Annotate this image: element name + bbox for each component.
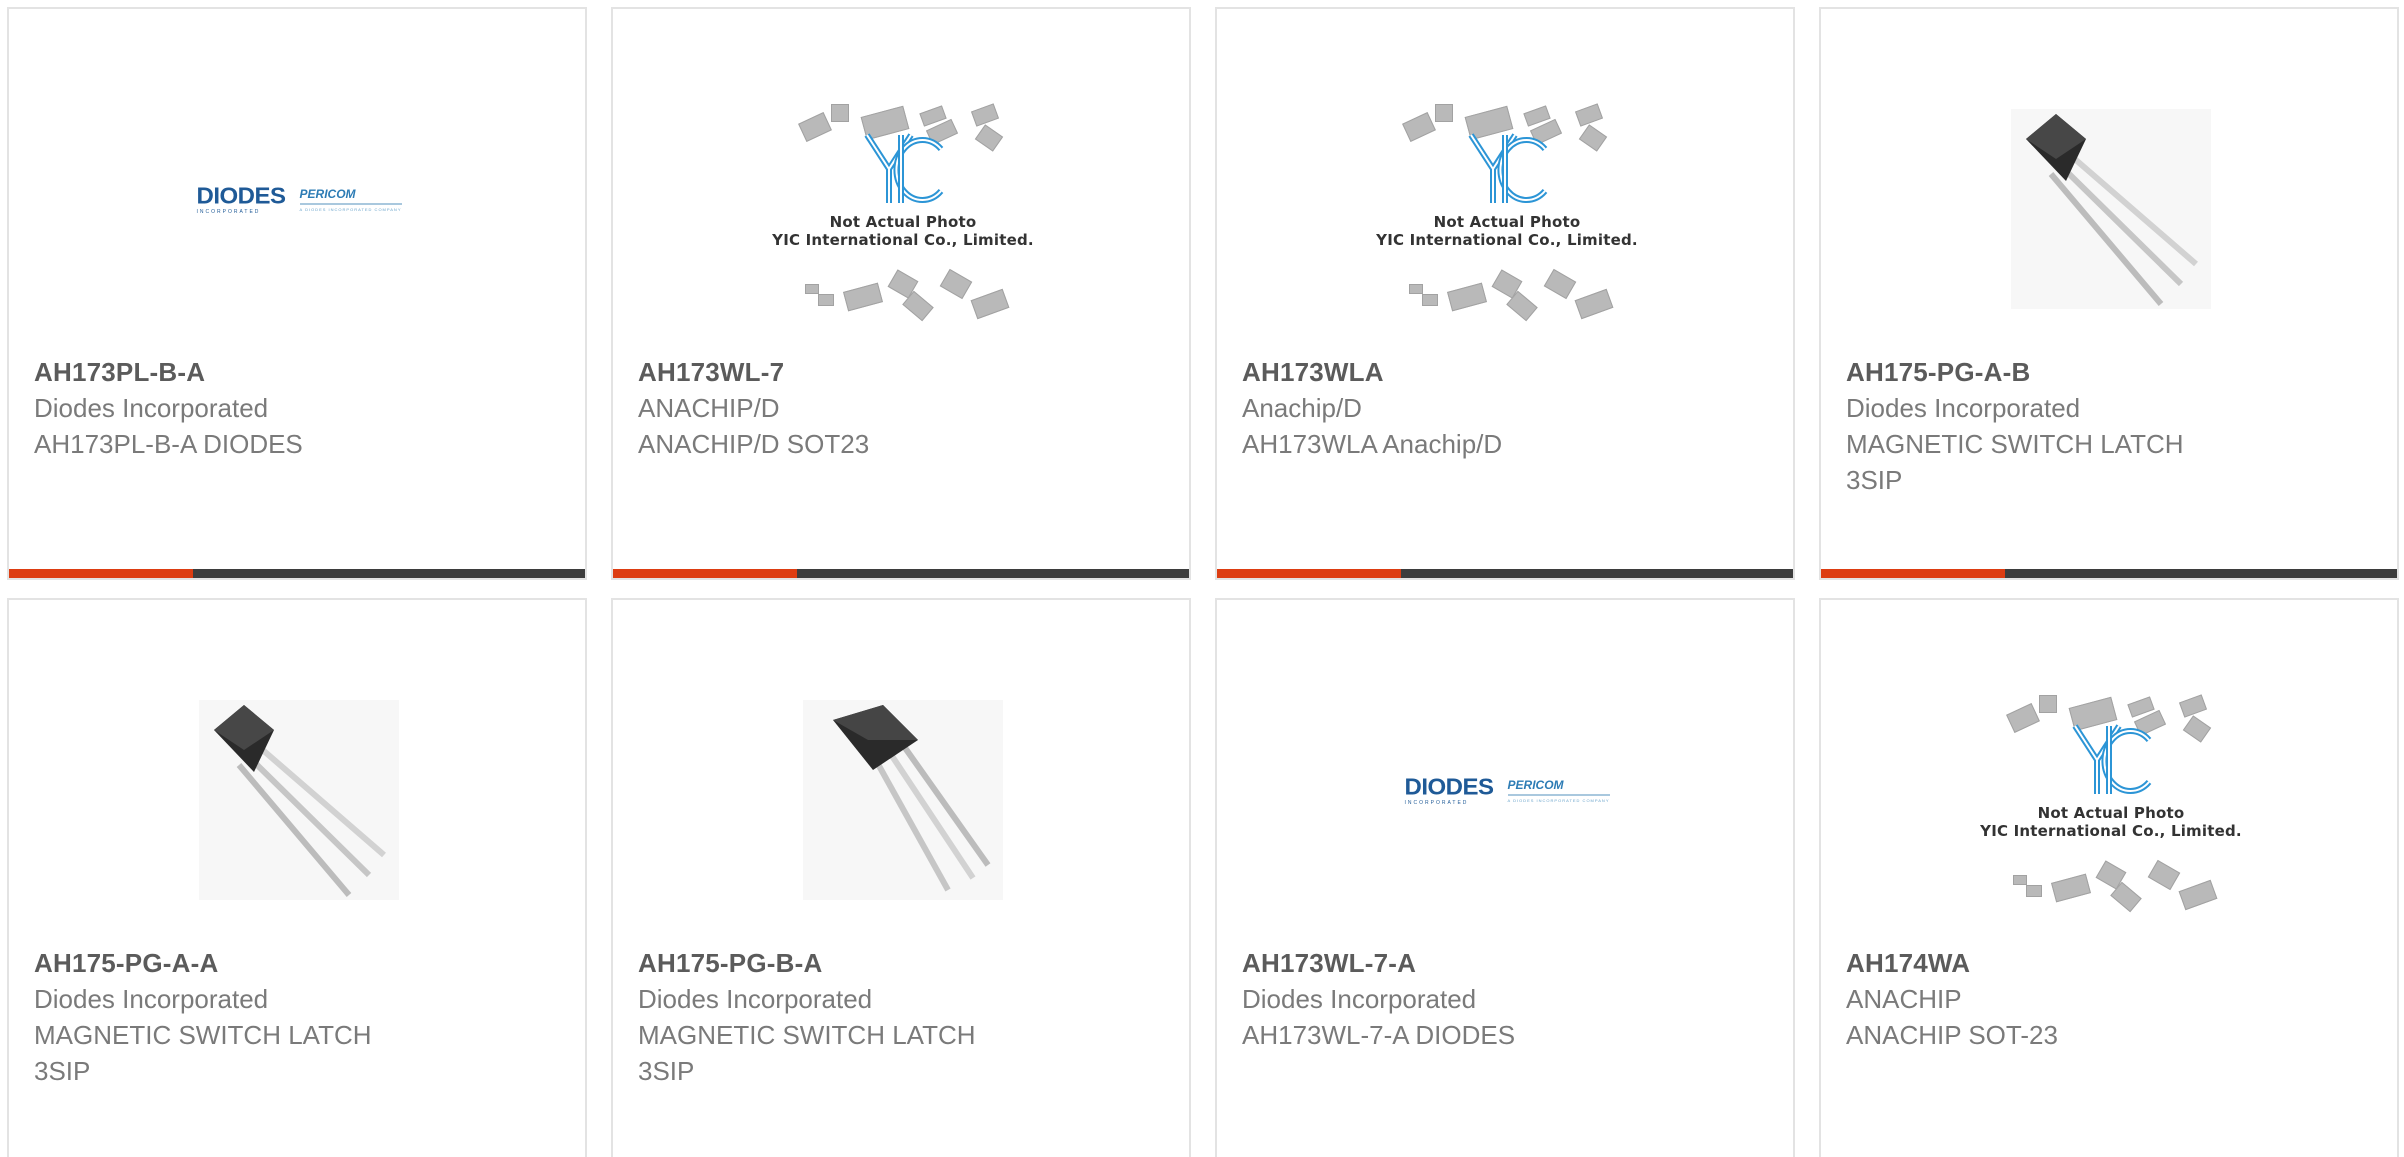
product-image[interactable]: DIODES INCORPORATED PERICOM A DIODES INC… (1367, 660, 1647, 940)
part-number[interactable]: AH174WA (1846, 945, 2366, 981)
description: MAGNETIC SWITCH LATCH 3SIP (34, 1020, 372, 1086)
product-card[interactable]: Not Actual Photo YIC International Co., … (611, 7, 1191, 580)
description: MAGNETIC SWITCH LATCH 3SIP (638, 1020, 976, 1086)
description: AH173WLA Anachip/D (1242, 429, 1503, 459)
to92-transistor-image (803, 700, 1003, 900)
description: ANACHIP SOT-23 (1846, 1020, 2058, 1050)
yic-logo-icon (864, 133, 944, 203)
manufacturer: Diodes Incorporated (638, 984, 873, 1014)
to92-transistor-image (2011, 109, 2211, 309)
manufacturer: Diodes Incorporated (1846, 393, 2081, 423)
yic-placeholder-image: Not Actual Photo YIC International Co., … (1971, 660, 2251, 940)
product-card[interactable]: AH175-PG-B-A Diodes Incorporated MAGNETI… (611, 598, 1191, 1157)
manufacturer: Diodes Incorporated (1242, 984, 1477, 1014)
product-image[interactable] (1971, 69, 2251, 349)
manufacturer: Diodes Incorporated (34, 984, 269, 1014)
yic-logo-icon (2072, 724, 2152, 794)
card-bar (1821, 569, 2397, 578)
product-image[interactable] (763, 660, 1043, 940)
part-number[interactable]: AH173WLA (1242, 354, 1762, 390)
diodes-logo: DIODES INCORPORATED PERICOM A DIODES INC… (1404, 774, 1610, 806)
card-bar-accent (1217, 569, 1401, 578)
description: AH173PL-B-A DIODES (34, 429, 303, 459)
product-card[interactable]: Not Actual Photo YIC International Co., … (1215, 7, 1795, 580)
product-card[interactable]: AH175-PG-A-A Diodes Incorporated MAGNETI… (7, 598, 587, 1157)
product-image[interactable]: Not Actual Photo YIC International Co., … (1367, 69, 1647, 349)
card-bar (1217, 569, 1793, 578)
card-bar-accent (9, 569, 193, 578)
product-grid: DIODES INCORPORATED PERICOM A DIODES INC… (0, 0, 2404, 1157)
part-number[interactable]: AH175-PG-A-A (34, 945, 554, 981)
manufacturer: Anachip/D (1242, 393, 1362, 423)
product-image[interactable] (159, 660, 439, 940)
product-card[interactable]: DIODES INCORPORATED PERICOM A DIODES INC… (7, 7, 587, 580)
part-number[interactable]: AH173WL-7 (638, 354, 1158, 390)
yic-logo-icon (1468, 133, 1548, 203)
product-image[interactable]: Not Actual Photo YIC International Co., … (763, 69, 1043, 349)
description: MAGNETIC SWITCH LATCH 3SIP (1846, 429, 2184, 495)
description: AH173WL-7-A DIODES (1242, 1020, 1516, 1050)
part-number[interactable]: AH173PL-B-A (34, 354, 554, 390)
product-image[interactable]: Not Actual Photo YIC International Co., … (1971, 660, 2251, 940)
manufacturer: Diodes Incorporated (34, 393, 269, 423)
card-bar-accent (613, 569, 797, 578)
card-bar (9, 569, 585, 578)
yic-placeholder-image: Not Actual Photo YIC International Co., … (763, 69, 1043, 349)
part-number[interactable]: AH175-PG-B-A (638, 945, 1158, 981)
product-card[interactable]: Not Actual Photo YIC International Co., … (1819, 598, 2399, 1157)
product-card[interactable]: AH175-PG-A-B Diodes Incorporated MAGNETI… (1819, 7, 2399, 580)
to92-transistor-image (199, 700, 399, 900)
part-number[interactable]: AH173WL-7-A (1242, 945, 1762, 981)
manufacturer: ANACHIP (1846, 984, 1962, 1014)
product-image[interactable]: DIODES INCORPORATED PERICOM A DIODES INC… (159, 69, 439, 349)
card-bar (613, 569, 1189, 578)
part-number[interactable]: AH175-PG-A-B (1846, 354, 2366, 390)
product-card[interactable]: DIODES INCORPORATED PERICOM A DIODES INC… (1215, 598, 1795, 1157)
manufacturer: ANACHIP/D (638, 393, 780, 423)
card-bar-accent (1821, 569, 2005, 578)
yic-placeholder-image: Not Actual Photo YIC International Co., … (1367, 69, 1647, 349)
diodes-logo: DIODES INCORPORATED PERICOM A DIODES INC… (196, 183, 402, 215)
description: ANACHIP/D SOT23 (638, 429, 870, 459)
